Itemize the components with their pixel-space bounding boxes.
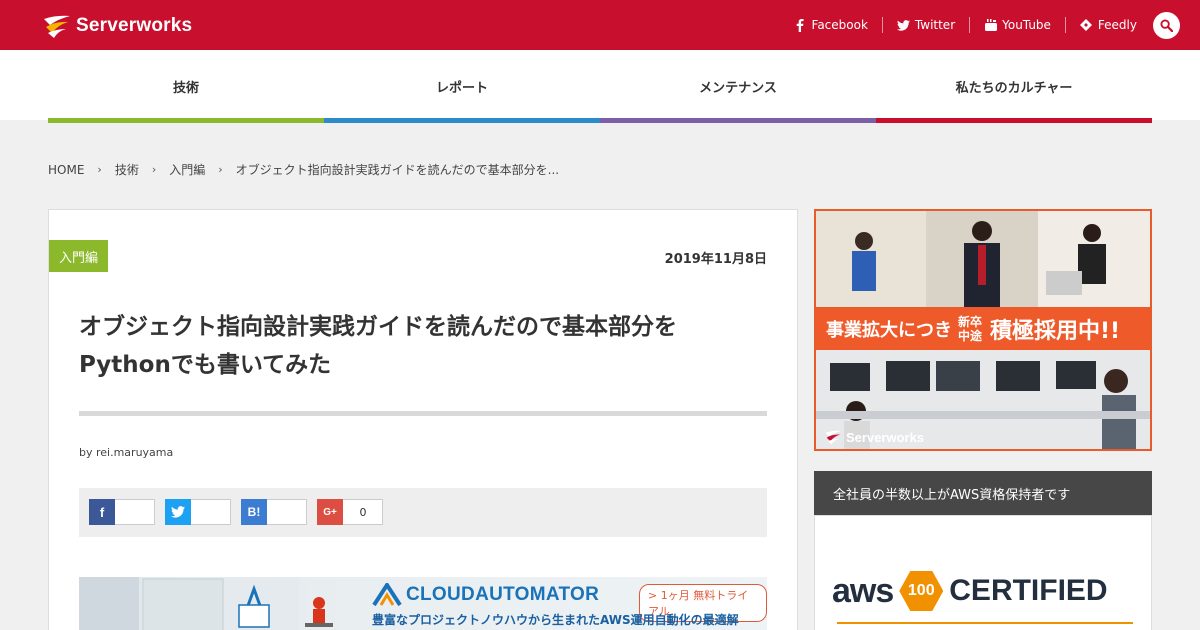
recruit-logo: Serverworks [824,429,924,445]
cert-underline [837,622,1133,624]
social-links: Facebook Twitter YouTube Feedly [780,0,1200,50]
article-card: 入門編 2019年11月8日 オブジェクト指向設計実践ガイドを読んだので基本部分… [48,209,798,630]
youtube-icon [984,19,997,32]
share-count [268,500,306,524]
logo-text: Serverworks [76,15,193,36]
cloudautomator-wordmark: CLOUDAUTOMATOR [406,584,600,605]
share-count [192,500,230,524]
nav-item-label: レポート [435,81,488,96]
feedly-link[interactable]: Feedly [1066,17,1151,33]
facebook-label: Facebook [811,18,868,32]
aws-certified-widget[interactable]: aws 100 CERTIFIED [814,515,1152,630]
youtube-link[interactable]: YouTube [970,17,1066,33]
cloudautomator-mark-icon [372,583,402,607]
title-divider [79,411,767,416]
nav-underline-purple [600,118,876,123]
nav-item-label: 技術 [172,81,199,96]
logo-swoosh-icon [44,15,70,38]
feedly-icon [1080,19,1093,32]
twitter-icon [896,19,910,32]
twitter-label: Twitter [914,18,956,32]
hatena-share-button[interactable]: B! [241,499,307,525]
share-count: 0 [359,505,367,519]
recruit-text-types: 新卒 中途 [958,315,983,343]
ad-tagline: 豊富なプロジェクトノウハウから生まれたAWS運用自動化の最適解 [372,613,739,627]
google-plus-icon: G+ [317,499,343,525]
facebook-link[interactable]: Facebook [780,17,883,33]
top-bar: Serverworks Facebook Twitter YouTube Fee… [0,0,1200,50]
hatena-bookmark-icon: B! [241,499,267,525]
aws-certified-logo: aws 100 CERTIFIED [832,571,1108,611]
recruit-banner[interactable]: 事業拡大につき 新卒 中途 積極採用中!! Serverworks [814,209,1152,451]
cloudautomator-ad-banner[interactable]: CLOUDAUTOMATOR > 1ヶ月 無料トライアル 豊富なプロジェクトノウ… [79,577,767,630]
author-byline: by rei.maruyama [79,446,174,459]
nav-item-culture[interactable]: 私たちのカルチャー [876,50,1152,123]
breadcrumb-intro[interactable]: 入門編 [169,161,205,178]
breadcrumb-home[interactable]: HOME [48,163,84,177]
cert-widget-heading: 全社員の半数以上がAWS資格保持者です [814,471,1152,515]
breadcrumb-tech[interactable]: 技術 [115,161,139,178]
category-badge[interactable]: 入門編 [49,240,109,272]
site-logo[interactable]: Serverworks [42,12,192,40]
twitter-share-button[interactable] [165,499,231,525]
main-nav: 技術 レポート メンテナンス 私たちのカルチャー [0,50,1200,123]
share-bar: f B! G+ 0 [79,488,767,537]
twitter-link[interactable]: Twitter [883,17,971,33]
recruit-text-main: 事業拡大につき [826,320,952,341]
recruit-message-band: 事業拡大につき 新卒 中途 積極採用中!! [816,308,1150,350]
recruit-text-big: 積極採用中!! [990,319,1121,344]
certified-wordmark: CERTIFIED [949,574,1108,607]
nav-item-tech[interactable]: 技術 [48,50,324,123]
facebook-icon [794,18,807,32]
nav-item-label: 私たちのカルチャー [955,81,1073,96]
facebook-share-button[interactable]: f [89,499,155,525]
youtube-label: YouTube [1002,18,1051,32]
twitter-share-icon [165,499,191,525]
share-count [116,500,154,524]
nav-underline-green [48,118,324,123]
chevron-right-icon: › [218,163,223,176]
article-title: オブジェクト指向設計実践ガイドを読んだので基本部分を Pythonでも書いてみた [79,308,759,384]
breadcrumb-current: オブジェクト指向設計実践ガイドを読んだので基本部分を... [235,163,560,177]
cloudautomator-logo: CLOUDAUTOMATOR [372,583,599,607]
publish-date: 2019年11月8日 [664,252,767,267]
google-plus-share-button[interactable]: G+ 0 [317,499,383,525]
nav-item-label: メンテナンス [699,81,777,96]
title-line-1: オブジェクト指向設計実践ガイドを読んだので基本部分を [79,314,677,340]
recruit-logo-text: Serverworks [846,429,925,445]
search-button[interactable] [1153,11,1180,39]
search-icon [1160,18,1173,32]
logo-swoosh-icon [825,430,842,445]
nav-item-report[interactable]: レポート [324,50,600,123]
ad-illustration [79,577,333,630]
nav-item-maintenance[interactable]: メンテナンス [600,50,876,123]
title-line-2: Pythonでも書いてみた [79,352,332,378]
facebook-share-icon: f [89,499,115,525]
aws-100-badge: 100 [899,571,944,611]
aws-wordmark: aws [832,571,894,610]
chevron-right-icon: › [97,163,102,176]
breadcrumb: HOME › 技術 › 入門編 › オブジェクト指向設計実践ガイドを読んだので基… [48,161,559,178]
nav-underline-blue [324,118,600,123]
chevron-right-icon: › [151,163,157,176]
nav-underline-red [876,118,1152,123]
feedly-label: Feedly [1097,18,1137,32]
